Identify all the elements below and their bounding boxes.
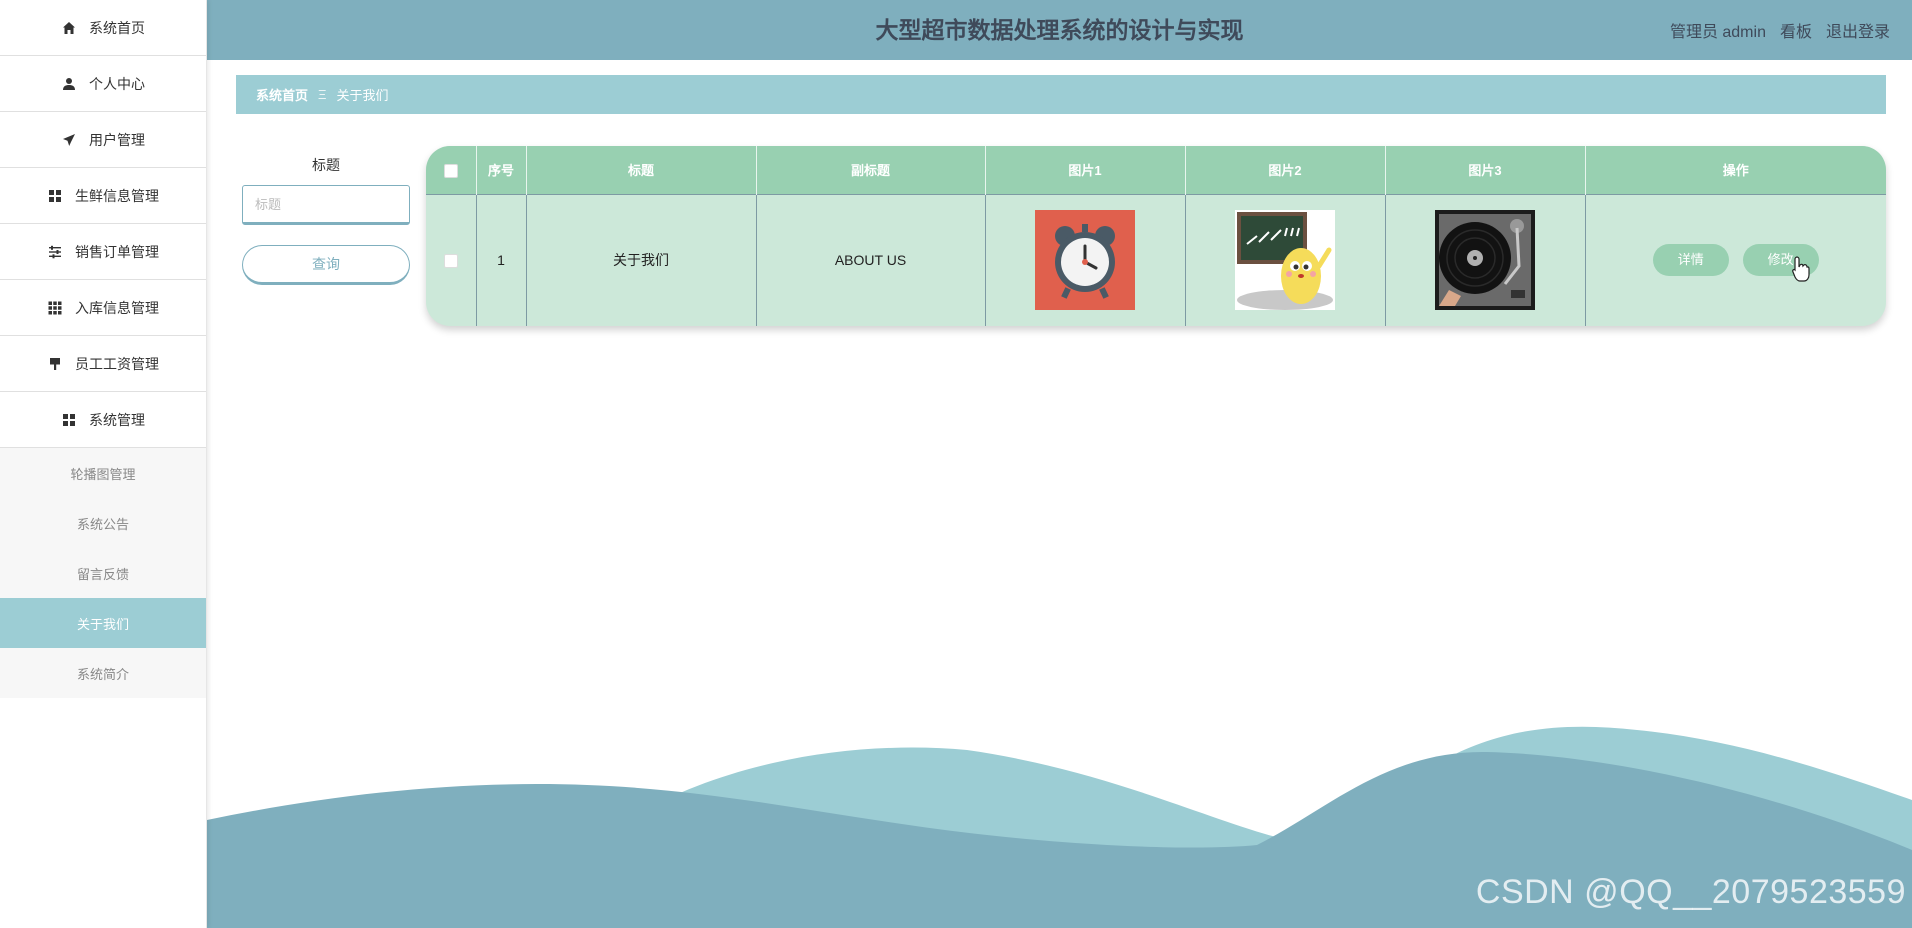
brush-icon [47, 356, 63, 372]
search-label: 标题 [312, 157, 340, 173]
send-icon [61, 132, 77, 148]
row-checkbox[interactable] [443, 254, 458, 269]
sidebar-item-salary[interactable]: 员工工资管理 [0, 336, 206, 392]
breadcrumb-separator: Ξ [318, 87, 327, 102]
row-select-cell [426, 193, 477, 326]
sidebar-item-label: 生鲜信息管理 [75, 187, 159, 204]
hand-cursor-icon [1792, 256, 1810, 282]
page-title: 大型超市数据处理系统的设计与实现 [875, 17, 1244, 43]
row-subtitle: ABOUT US [756, 193, 986, 326]
apps-icon [47, 300, 63, 316]
row-image-2-cell [1185, 193, 1386, 326]
grid-icon [47, 188, 63, 204]
current-user: 管理员 admin [1669, 24, 1766, 41]
column-header: 图片2 [1185, 146, 1386, 194]
submenu-item-announcement[interactable]: 系统公告 [0, 498, 206, 548]
row-index: 1 [476, 193, 527, 326]
sliders-icon [47, 244, 63, 260]
submenu-item-introduction[interactable]: 系统简介 [0, 648, 206, 698]
header-user-area: 管理员 admin 看板 退出登录 [1670, 0, 1890, 60]
sidebar: 系统首页 个人中心 用户管理 生鲜信息管理 销售订单管理 入库信息管理 员工工资… [0, 0, 207, 928]
breadcrumb-home[interactable]: 系统首页 [256, 85, 308, 104]
sidebar-item-label: 销售订单管理 [75, 243, 159, 260]
logout-link[interactable]: 退出登录 [1826, 18, 1890, 42]
column-header: 副标题 [756, 146, 986, 194]
breadcrumb: 系统首页 Ξ 关于我们 [236, 75, 1886, 114]
dashboard-link[interactable]: 看板 [1780, 18, 1812, 42]
search-input[interactable] [242, 185, 410, 225]
user-icon [61, 76, 77, 92]
column-header: 标题 [526, 146, 757, 194]
data-table: 序号 标题 副标题 图片1 图片2 图片3 操作 1 关于我们 ABOUT US [426, 146, 1886, 326]
sidebar-item-label: 用户管理 [89, 131, 145, 148]
sidebar-item-user-management[interactable]: 用户管理 [0, 112, 206, 168]
sidebar-item-stock-in[interactable]: 入库信息管理 [0, 280, 206, 336]
top-header: 大型超市数据处理系统的设计与实现 管理员 admin 看板 退出登录 [207, 0, 1912, 60]
table-header-row: 序号 标题 副标题 图片1 图片2 图片3 操作 [426, 146, 1886, 194]
sidebar-item-fresh-info[interactable]: 生鲜信息管理 [0, 168, 206, 224]
cartoon-chalkboard-image[interactable] [1235, 210, 1335, 311]
sidebar-item-label: 员工工资管理 [75, 355, 159, 372]
select-all-header [426, 146, 477, 194]
column-header: 操作 [1722, 163, 1749, 179]
sidebar-item-label: 系统首页 [89, 19, 145, 36]
column-header: 序号 [476, 146, 527, 194]
sidebar-item-system-management[interactable]: 系统管理 [0, 392, 206, 448]
search-button[interactable]: 查询 [242, 245, 410, 285]
sidebar-item-label: 入库信息管理 [75, 299, 159, 316]
select-all-checkbox[interactable] [443, 163, 458, 178]
row-image-3-cell [1385, 193, 1586, 326]
sidebar-item-label: 系统管理 [89, 411, 145, 428]
alarm-clock-image[interactable] [1035, 210, 1135, 311]
turntable-image[interactable] [1435, 210, 1535, 311]
submenu-item-feedback[interactable]: 留言反馈 [0, 548, 206, 598]
watermark-text: CSDN @QQ__2079523559 [1475, 873, 1906, 911]
column-header: 图片1 [985, 146, 1186, 194]
detail-button[interactable]: 详情 [1652, 244, 1729, 277]
sidebar-item-home[interactable]: 系统首页 [0, 0, 206, 56]
sidebar-item-sales-orders[interactable]: 销售订单管理 [0, 224, 206, 280]
submenu-item-carousel[interactable]: 轮播图管理 [0, 448, 206, 498]
system-submenu: 轮播图管理 系统公告 留言反馈 关于我们 系统简介 [0, 448, 206, 698]
row-actions-cell: 详情 修改 [1585, 193, 1886, 326]
grid-icon [61, 412, 77, 428]
sidebar-item-label: 个人中心 [89, 75, 145, 92]
sidebar-item-personal-center[interactable]: 个人中心 [0, 56, 206, 112]
column-header: 图片3 [1385, 146, 1586, 194]
breadcrumb-current: 关于我们 [336, 88, 389, 103]
table-row: 1 关于我们 ABOUT US 详情 修改 [426, 193, 1886, 326]
home-icon [61, 20, 77, 36]
row-image-1-cell [985, 193, 1186, 326]
row-title: 关于我们 [526, 193, 757, 326]
submenu-item-about-us[interactable]: 关于我们 [0, 598, 206, 648]
